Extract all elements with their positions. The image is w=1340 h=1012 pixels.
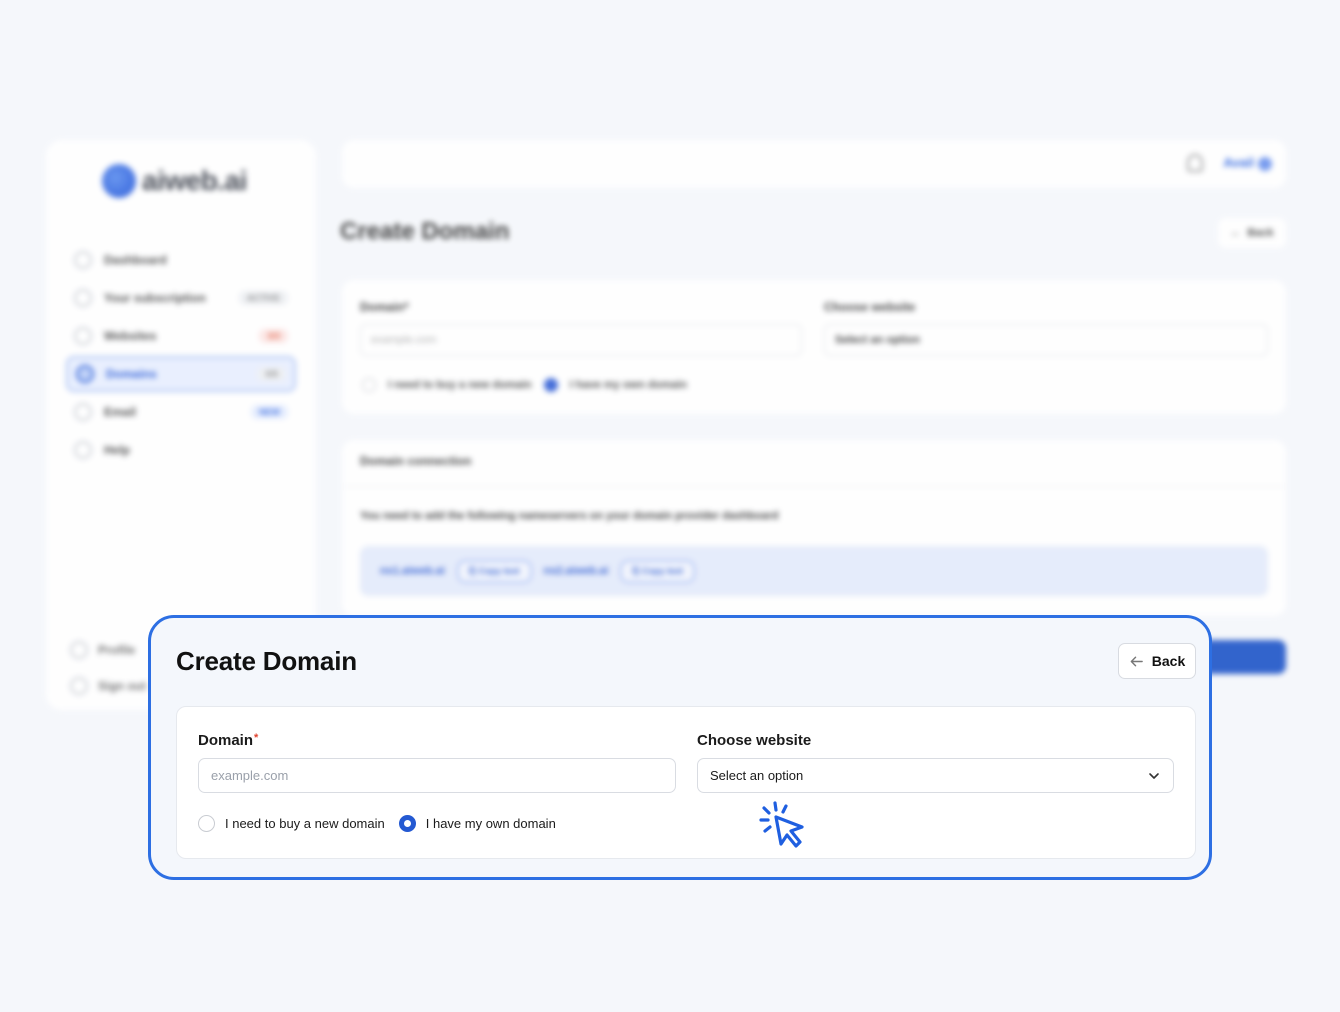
copy-button[interactable]: ⎘ Copy text (456, 559, 532, 583)
sidebar-item-label: Dashboard (104, 253, 167, 267)
sidebar-item-label: Domains (106, 367, 157, 381)
radio-label: I have my own domain (425, 816, 556, 831)
sidebar-item-signout[interactable]: Sign out (70, 668, 146, 704)
sidebar-item-label: Sign out (98, 679, 146, 693)
status-badge: ACTIVE (238, 291, 288, 305)
subscription-icon (74, 289, 92, 307)
radio-label: I need to buy a new domain (225, 816, 385, 831)
radio-buy-domain[interactable] (362, 378, 376, 392)
domain-type-radio-group: I need to buy a new domain I have my own… (198, 815, 570, 832)
copy-button[interactable]: ⎘ Copy text (620, 559, 696, 583)
help-icon (74, 441, 92, 459)
arrow-left-icon: ← (1230, 227, 1242, 239)
globe-icon (76, 365, 94, 383)
sidebar-item-label: Help (104, 443, 131, 457)
avatar (1258, 156, 1272, 171)
new-badge: NEW (251, 405, 288, 419)
radio-own-domain[interactable] (543, 378, 558, 392)
sidebar-item-subscription[interactable]: Your subscription ACTIVE (66, 280, 296, 316)
back-button[interactable]: Back (1118, 643, 1196, 679)
domain-input[interactable]: example.com (360, 324, 802, 356)
nameserver-box: ns1.aiweb.ai ⎘ Copy text ns2.aiweb.ai ⎘ … (360, 546, 1268, 596)
page-title: Create Domain (340, 218, 510, 245)
domain-input[interactable] (198, 758, 676, 793)
user-name: Avail (1223, 155, 1254, 171)
nameserver-host: ns1.aiweb.ai (380, 565, 445, 577)
copy-icon: ⎘ (632, 565, 643, 576)
website-label: Choose website (824, 300, 916, 314)
domain-type-radio-group: I need to buy a new domain I have my own… (362, 378, 687, 392)
website-label: Choose website (697, 732, 812, 749)
arrow-left-icon (1130, 656, 1143, 666)
page-title: Create Domain (176, 646, 357, 676)
submit-button[interactable] (1200, 640, 1286, 674)
home-icon (74, 251, 92, 269)
radio-button[interactable] (198, 815, 215, 832)
website-select[interactable]: Select an option (824, 324, 1268, 356)
topbar: Avail (342, 140, 1286, 188)
sidebar-item-dashboard[interactable]: Dashboard (66, 242, 296, 278)
copy-icon: ⎘ (468, 565, 479, 576)
sidebar-item-profile[interactable]: Profile (70, 632, 146, 668)
divider (342, 486, 1286, 487)
back-label: Back (1247, 227, 1274, 239)
logo-text: aiweb.ai (142, 165, 247, 196)
sidebar-item-email[interactable]: Email NEW (66, 394, 296, 430)
sidebar-item-label: Websites (104, 329, 157, 343)
topbar-actions: Avail (1187, 154, 1272, 172)
click-cursor-icon (759, 801, 804, 848)
sidebar-bottom: Profile Sign out (70, 632, 146, 704)
domain-label: Domain* (360, 300, 409, 314)
count-badge: 0/5 (257, 367, 286, 381)
sidebar-item-help[interactable]: Help (66, 432, 296, 468)
back-button[interactable]: ← Back (1218, 218, 1286, 248)
instructions-text: You need to add the following nameserver… (360, 510, 779, 522)
logout-icon (70, 677, 88, 695)
domain-form-card: Domain* example.com Choose website Selec… (342, 280, 1286, 414)
radio-label: I have my own domain (569, 379, 687, 391)
radio-button[interactable] (398, 815, 416, 832)
website-select[interactable]: Select an option (697, 758, 1174, 793)
focus-callout: Create Domain Back Domain* Choose websit… (148, 615, 1212, 880)
sidebar-item-label: Email (104, 405, 137, 419)
sidebar-nav: Dashboard Your subscription ACTIVE Websi… (66, 242, 296, 470)
sidebar-item-domains[interactable]: Domains 0/5 (66, 356, 296, 392)
radio-buy-domain[interactable]: I need to buy a new domain (198, 815, 385, 832)
logo: aiweb.ai (102, 164, 247, 198)
back-label: Back (1151, 653, 1186, 669)
sidebar-item-label: Profile (98, 643, 136, 657)
radio-label: I need to buy a new domain (388, 379, 532, 391)
radio-own-domain[interactable]: I have my own domain (398, 815, 556, 832)
user-icon (70, 641, 88, 659)
logo-mark-icon (102, 164, 136, 198)
bell-icon[interactable] (1187, 154, 1204, 172)
chevron-down-icon (1149, 772, 1159, 779)
websites-icon (74, 327, 92, 345)
required-mark: * (254, 732, 259, 744)
sidebar-item-websites[interactable]: Websites 3/3 (66, 318, 296, 354)
website-select-value: Select an option (710, 768, 804, 783)
sidebar-item-label: Your subscription (104, 291, 206, 305)
domain-form-card: Domain* Choose website Select an option … (176, 706, 1196, 859)
user-menu[interactable]: Avail (1223, 155, 1272, 171)
nameserver-host: ns2.aiweb.ai (543, 565, 609, 577)
section-title: Domain connection (360, 454, 472, 468)
mail-icon (74, 403, 92, 421)
domain-label: Domain* (198, 732, 259, 749)
count-badge: 3/3 (259, 329, 288, 343)
domain-connection-card: Domain connection You need to add the fo… (342, 440, 1286, 616)
